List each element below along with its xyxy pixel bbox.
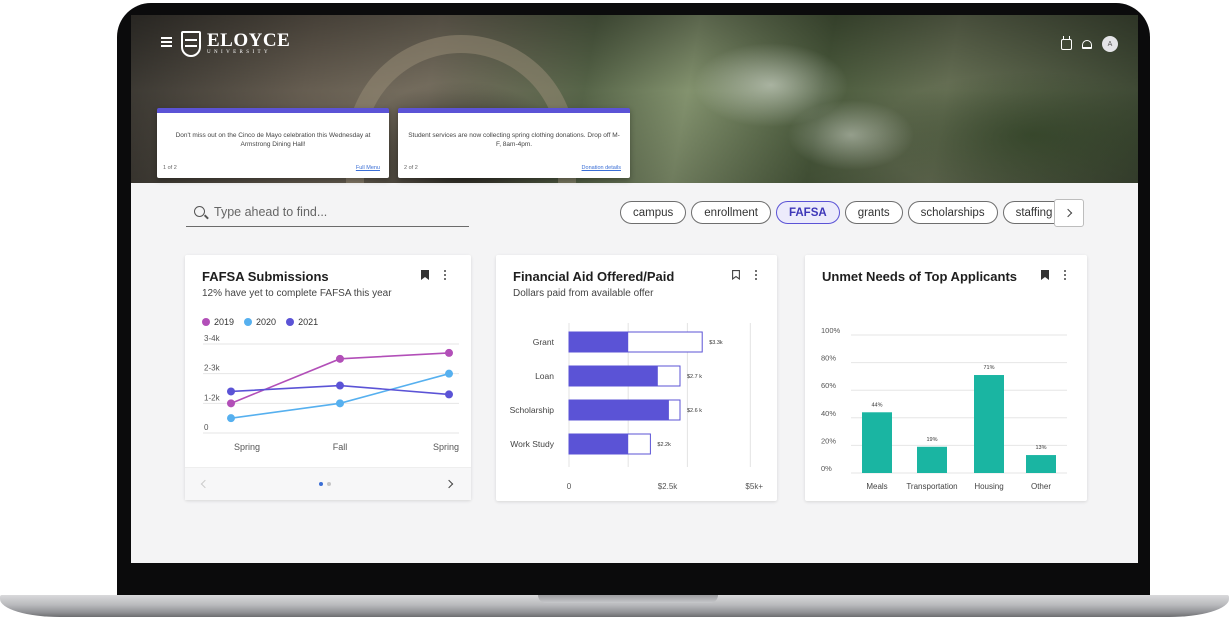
data-point-2020 [227, 414, 235, 423]
financial-aid-card: Financial Aid Offered/Paid Dollars paid … [496, 255, 777, 501]
x-tick-label: Housing [974, 482, 1003, 491]
announcement-text: Student services are now collecting spri… [408, 132, 620, 148]
y-tick-label: 1-2k [204, 393, 221, 402]
announcement-card: Student services are now collecting spri… [398, 108, 630, 178]
data-point-2021 [227, 387, 235, 396]
logo-name: ELOYCE [207, 30, 291, 51]
series-line-2020 [230, 372, 450, 419]
chip-grants[interactable]: grants [844, 201, 903, 224]
data-point-2021 [336, 381, 344, 390]
carousel-dot[interactable] [319, 482, 323, 486]
data-label: 19% [926, 437, 937, 443]
crest-logo-icon [181, 31, 201, 57]
y-tick-label: 20% [821, 436, 836, 445]
x-tick-label: 0 [567, 482, 572, 491]
unmet-needs-card: Unmet Needs of Top Applicants 0% 20% 40% 60… [805, 255, 1087, 501]
announcement-text: Don't miss out on the Cinco de Mayo cele… [175, 132, 371, 148]
carousel-dot[interactable] [327, 482, 331, 486]
data-label: 13% [1035, 445, 1046, 451]
fafsa-card: FAFSA Submissions 12% have yet to comple… [185, 255, 471, 500]
bar-paid [569, 366, 658, 386]
x-tick-label: Spring [234, 442, 260, 452]
data-label: 44% [871, 402, 882, 408]
x-tick-label: Spring [433, 442, 459, 452]
y-tick-label: Work Study [510, 439, 555, 449]
search-icon [194, 206, 205, 217]
x-tick-label: $5k+ [745, 482, 763, 491]
bar [1026, 455, 1056, 473]
y-tick-label: 0 [204, 423, 209, 432]
search-bar [186, 197, 469, 227]
data-label: $2.2k [657, 442, 671, 448]
search-input[interactable] [214, 204, 464, 219]
y-tick-label: Grant [533, 337, 555, 347]
chips-next-button[interactable] [1054, 199, 1084, 227]
data-point-2019 [227, 399, 235, 408]
top-bar: ELOYCE UNIVERSITY A [131, 15, 1138, 73]
y-tick-label: Loan [535, 371, 554, 381]
menu-icon[interactable] [161, 37, 172, 47]
bar-paid [569, 400, 669, 420]
y-tick-label: 40% [821, 409, 836, 418]
calendar-icon[interactable] [1061, 35, 1072, 50]
chip-fafsa[interactable]: FAFSA [775, 201, 840, 224]
financial-aid-bar-chart: Grant $3.3k Loan $2.7 k Scholarship $2.6 k Wor… [510, 323, 763, 491]
y-tick-label: 100% [821, 326, 841, 335]
data-label: $2.7 k [687, 374, 702, 380]
carousel-footer [185, 467, 471, 500]
screen: ELOYCE UNIVERSITY A Don't miss out on th… [131, 15, 1138, 563]
chevron-right-icon [1063, 208, 1072, 218]
data-point-2021 [445, 390, 453, 399]
chevron-left-icon[interactable] [200, 479, 210, 489]
bar [974, 375, 1004, 473]
bar [917, 446, 947, 473]
avatar[interactable]: A [1102, 36, 1118, 52]
donation-details-link[interactable]: Donation details [582, 165, 621, 171]
data-label: $3.3k [709, 340, 723, 346]
unmet-needs-bar-chart: 0% 20% 40% 60% 80% 100% 44% Meals 19% Transportat… [821, 326, 1067, 491]
x-tick-label: Fall [333, 442, 348, 452]
announcement-count: 1 of 2 [163, 165, 177, 171]
y-tick-label: 80% [821, 354, 836, 363]
data-point-2020 [336, 399, 344, 408]
top-icons: A [1061, 35, 1118, 52]
bar [862, 412, 892, 473]
x-tick-label: Other [1031, 482, 1051, 491]
data-point-2020 [445, 369, 453, 378]
announcement-count: 2 of 2 [404, 165, 418, 171]
chip-campus[interactable]: campus [620, 201, 687, 224]
bell-icon[interactable] [1082, 39, 1092, 49]
full-menu-link[interactable]: Full Menu [356, 165, 380, 171]
bar-paid [569, 332, 629, 352]
chip-scholarships[interactable]: scholarships [907, 201, 998, 224]
y-tick-label: 3-4k [204, 334, 221, 343]
data-point-2019 [336, 354, 344, 363]
y-tick-label: 2-3k [204, 364, 221, 373]
chevron-right-icon[interactable] [444, 479, 454, 489]
carousel-dots [319, 482, 331, 486]
y-tick-label: Scholarship [510, 405, 555, 415]
logo[interactable]: ELOYCE UNIVERSITY [181, 28, 290, 60]
filter-chips: campus enrollment FAFSA grants scholarsh… [620, 201, 1066, 224]
data-point-2019 [445, 348, 453, 357]
x-tick-label: $2.5k [658, 482, 679, 491]
data-label: $2.6 k [687, 408, 702, 414]
laptop-notch [538, 595, 718, 603]
x-tick-label: Meals [866, 482, 887, 491]
chip-enrollment[interactable]: enrollment [691, 201, 771, 224]
x-tick-label: Transportation [906, 482, 957, 491]
fafsa-line-chart: 0 1-2k 2-3k 3-4k Spring Fall Spring [203, 334, 459, 452]
y-tick-label: 0% [821, 464, 832, 473]
data-label: 71% [983, 365, 994, 371]
announcement-card: Don't miss out on the Cinco de Mayo cele… [157, 108, 389, 178]
bar-paid [569, 434, 629, 454]
y-tick-label: 60% [821, 381, 836, 390]
